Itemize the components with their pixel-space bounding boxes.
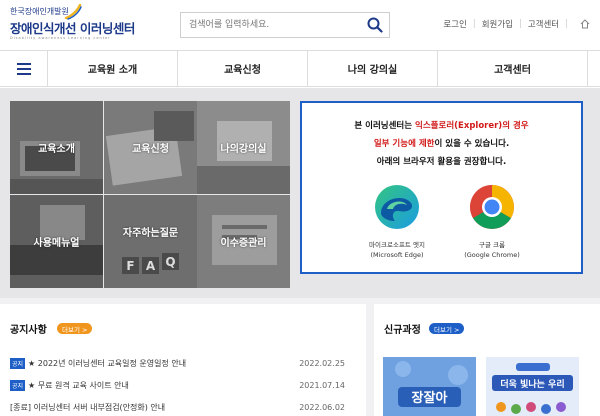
notice-line-2: 일부 기능에 제한이 있을 수 있습니다. (302, 137, 581, 149)
tile-label: 교육신청 (132, 144, 169, 155)
microsoft-edge-icon (375, 185, 419, 229)
course-thumbnail-2[interactable]: 더욱 빛나는 우리 (486, 357, 579, 416)
site-logo[interactable]: 한국장애인개발원 장애인식개선 이러닝센터 Disability awarene… (10, 4, 135, 42)
notice-line-1: 본 이러닝센터는 익스플로러(Explorer)의 경우 (302, 119, 581, 131)
chrome-download-link[interactable]: 구글 크롬 (Google Chrome) (442, 183, 542, 273)
notice-post-title: ★ 무료 원격 교육 사이트 안내 (28, 380, 129, 390)
svg-text:F: F (126, 259, 134, 273)
tile-my-classroom[interactable]: 나의강의실 (197, 101, 290, 194)
tile-label: 사용메뉴얼 (33, 238, 80, 249)
logo-title-part1: 장애인식개선 (10, 21, 77, 36)
notice-warning-text: 일부 기능에 제한 (373, 139, 435, 149)
nav-item-about[interactable]: 교육원 소개 (48, 51, 178, 86)
notice-text: 본 이러닝센터는 (354, 121, 416, 131)
notice-post-date: 2021.07.14 (299, 380, 345, 390)
edge-name-english: (Microsoft Edge) (370, 251, 424, 259)
notice-warning-text: 익스플로러(Explorer)의 경우 (415, 121, 529, 131)
tile-label: 교육소개 (38, 144, 75, 155)
main-visual: 교육소개 교육신청 나의강의실 사용메뉴얼 F A Q 자주하는질문 이수증관리… (0, 88, 600, 298)
login-link[interactable]: 로그인 (443, 18, 466, 30)
tile-certificate[interactable]: 이수증관리 (197, 195, 290, 288)
new-courses-title: 신규과정 (384, 325, 421, 336)
nav-item-my-classroom[interactable]: 나의 강의실 (308, 51, 438, 86)
notice-post-date: 2022.06.02 (299, 402, 345, 412)
divider: | (565, 19, 568, 29)
divider: | (518, 19, 522, 29)
logo-title-part2: 이러닝센터 (79, 21, 136, 36)
tile-label: 나의강의실 (220, 144, 267, 155)
notice-text: 이 있을 수 있습니다. (434, 139, 510, 149)
site-header: 한국장애인개발원 장애인식개선 이러닝센터 Disability awarene… (0, 0, 600, 50)
notice-board-title: 공지사항 (10, 325, 47, 336)
google-chrome-icon (470, 185, 514, 229)
course-thumbnail-1[interactable]: 장잘아 (383, 357, 476, 416)
logo-org-name: 한국장애인개발원 (10, 7, 69, 16)
tile-faq[interactable]: F A Q 자주하는질문 (104, 195, 197, 288)
notice-post[interactable]: 공지 ★ 2022년 이러닝센터 교육일정 운영일정 안내 2022.02.25 (10, 356, 345, 370)
svg-text:Q: Q (165, 255, 175, 269)
edge-name: 마이크로소프트 엣지 (369, 241, 425, 249)
notice-line-3: 아래의 브라우저 활용을 권장합니다. (376, 157, 507, 167)
nav-item-customer-center[interactable]: 고객센터 (438, 51, 588, 86)
notice-more-button[interactable]: 더보기 > (57, 323, 93, 334)
nav-item-apply[interactable]: 교육신청 (178, 51, 308, 86)
notice-tag: 공지 (10, 379, 26, 391)
browser-recommendation-box: 본 이러닝센터는 익스플로러(Explorer)의 경우 일부 기능에 제한이 … (300, 101, 583, 274)
course-thumbnail-title: 더욱 빛나는 우리 (500, 380, 565, 390)
new-courses: 신규과정 더보기 > 장잘아 더욱 빛나는 우리 (374, 304, 600, 416)
quick-menu-tiles: 교육소개 교육신청 나의강의실 사용메뉴얼 F A Q 자주하는질문 이수증관리 (10, 101, 290, 288)
notice-tag: 공지 (10, 357, 26, 369)
notice-post-title: ★ 2022년 이러닝센터 교육일정 운영일정 안내 (28, 358, 187, 368)
tile-apply[interactable]: 교육신청 (104, 101, 197, 194)
tile-photo-faq-blocks: F A Q (104, 195, 197, 288)
notice-post[interactable]: 공지 ★ 무료 원격 교육 사이트 안내 2021.07.14 (10, 378, 345, 392)
utility-links: 로그인 | 회원가입 | 고객센터 | (443, 18, 590, 30)
menu-button[interactable] (0, 51, 48, 86)
notice-post-title: [종료] 이러닝센터 서버 내부점검(안정화) 안내 (10, 402, 166, 412)
tile-education-intro[interactable]: 교육소개 (10, 101, 103, 194)
new-courses-more-button[interactable]: 더보기 > (429, 323, 465, 334)
search-box (180, 12, 390, 38)
home-icon[interactable] (580, 19, 590, 29)
course-thumbnail-title: 장잘아 (411, 391, 448, 406)
search-input[interactable] (181, 13, 361, 37)
logo-subtitle: Disability awareness Learning center (10, 36, 111, 40)
notice-board: 공지사항 더보기 > 공지 ★ 2022년 이러닝센터 교육일정 운영일정 안내… (0, 304, 366, 416)
logo-title: 장애인식개선 이러닝센터 (10, 18, 135, 37)
content-bottom: 공지사항 더보기 > 공지 ★ 2022년 이러닝센터 교육일정 운영일정 안내… (0, 298, 600, 416)
tile-label: 이수증관리 (220, 238, 267, 249)
chrome-name-english: (Google Chrome) (464, 251, 520, 259)
tile-user-manual[interactable]: 사용메뉴얼 (10, 195, 103, 288)
tile-label: 자주하는질문 (122, 228, 179, 239)
notice-post[interactable]: [종료] 이러닝센터 서버 내부점검(안정화) 안내 2022.06.02 (10, 400, 345, 414)
main-navigation: 교육원 소개 교육신청 나의 강의실 고객센터 (0, 50, 600, 87)
search-icon[interactable] (367, 17, 383, 33)
svg-text:A: A (146, 259, 156, 273)
edge-download-link[interactable]: 마이크로소프트 엣지 (Microsoft Edge) (347, 183, 447, 273)
customer-center-link[interactable]: 고객센터 (528, 18, 559, 30)
divider: | (472, 19, 476, 29)
chrome-name: 구글 크롬 (479, 241, 505, 249)
notice-post-date: 2022.02.25 (299, 358, 345, 368)
hamburger-menu-icon (16, 62, 31, 75)
signup-link[interactable]: 회원가입 (482, 18, 513, 30)
